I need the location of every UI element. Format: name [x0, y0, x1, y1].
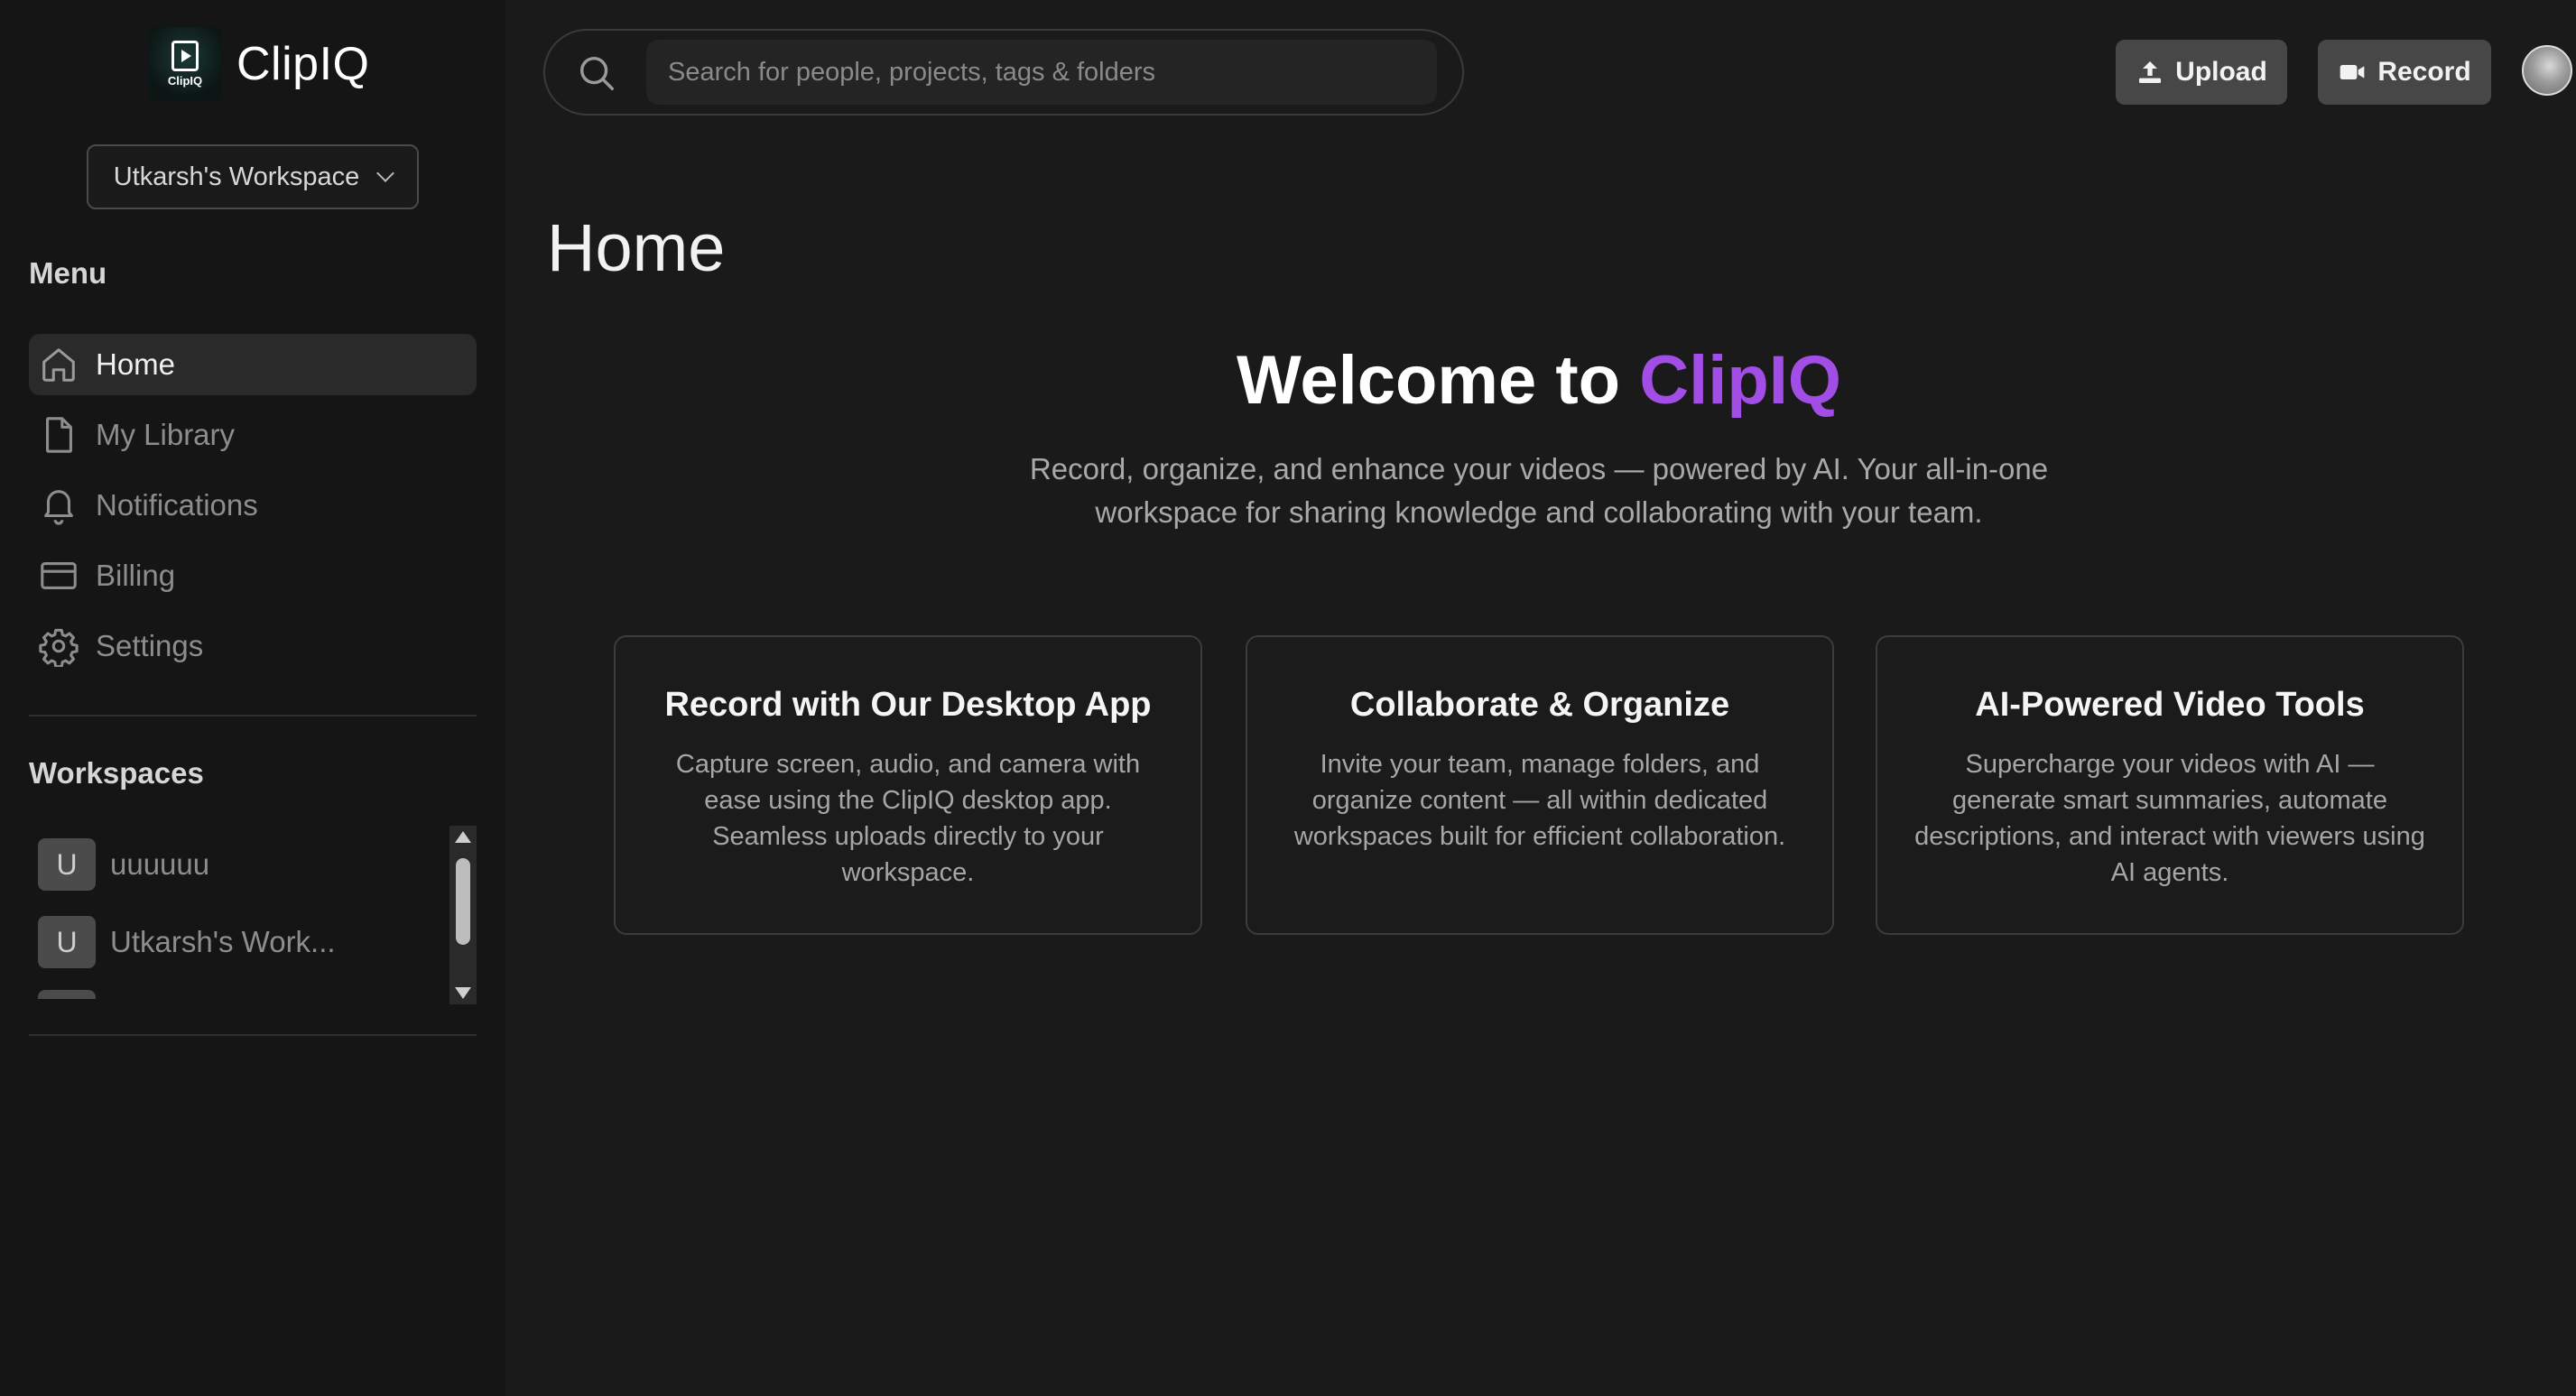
page-title: Home: [547, 210, 726, 285]
sidebar-item-my-library[interactable]: My Library: [29, 404, 477, 466]
video-camera-icon: [2340, 65, 2365, 79]
sidebar-divider: [29, 715, 477, 716]
search-input[interactable]: [646, 40, 1437, 105]
search-icon: [579, 56, 614, 90]
welcome-heading: Welcome to ClipIQ: [632, 341, 2446, 420]
record-button[interactable]: Record: [2318, 40, 2491, 105]
workspace-list: U uuuuuu U Utkarsh's Work...: [29, 826, 477, 1004]
sidebar-divider: [29, 1034, 477, 1036]
feature-card-desktop-app: Record with Our Desktop App Capture scre…: [614, 635, 1202, 935]
sidebar-item-settings[interactable]: Settings: [29, 615, 477, 677]
menu-heading: Menu: [29, 256, 107, 290]
app-logo[interactable]: ClipIQ ClipIQ: [148, 27, 369, 101]
user-avatar[interactable]: [2522, 45, 2572, 96]
sidebar-item-home[interactable]: Home: [29, 334, 477, 395]
feature-card-body: Supercharge your videos with AI — genera…: [1914, 750, 2425, 887]
workspace-item[interactable]: U uuuuuu: [29, 826, 477, 903]
tagline-line: Record, organize, and enhance your video…: [1029, 452, 2049, 485]
chevron-down-icon: [376, 164, 395, 182]
app-root: ClipIQ ClipIQ Utkarsh's Workspace Menu H…: [0, 0, 2576, 1396]
feature-card-title: AI-Powered Video Tools: [1975, 686, 2365, 724]
sidebar-item-billing[interactable]: Billing: [29, 545, 477, 606]
workspace-badge: U: [38, 916, 96, 968]
workspace-name: Utkarsh's Work...: [110, 925, 336, 958]
logo-icon: ClipIQ: [148, 27, 222, 101]
workspace-item-partial[interactable]: [38, 990, 96, 999]
feature-card-title: Record with Our Desktop App: [664, 686, 1152, 724]
workspace-switcher[interactable]: Utkarsh's Workspace: [87, 144, 419, 209]
file-icon: [46, 417, 72, 453]
app-name: ClipIQ: [236, 38, 370, 90]
tagline-line: workspace for sharing knowledge and coll…: [1095, 495, 1983, 529]
sidebar-item-notifications[interactable]: Notifications: [29, 475, 477, 536]
sidebar-item-label: My Library: [96, 418, 236, 451]
logo-mini-text: ClipIQ: [167, 74, 203, 88]
scroll-up-arrow-icon[interactable]: [455, 831, 471, 843]
feature-card-collaborate: Collaborate & Organize Invite your team,…: [1246, 635, 1834, 935]
workspace-item[interactable]: U Utkarsh's Work...: [29, 903, 477, 981]
bell-icon: [44, 490, 73, 525]
scroll-down-arrow-icon[interactable]: [455, 987, 471, 999]
sidebar-item-label: Billing: [96, 559, 176, 592]
feature-card-ai-tools: AI-Powered Video Tools Supercharge your …: [1876, 635, 2464, 935]
home-icon: [42, 348, 75, 382]
credit-card-icon: [41, 562, 77, 589]
workspaces-heading: Workspaces: [29, 756, 204, 790]
welcome-brand: ClipIQ: [1639, 342, 1842, 419]
upload-icon: [2139, 61, 2162, 83]
feature-card-body: Invite your team, manage folders, and or…: [1293, 750, 1786, 851]
workspace-name: uuuuuu: [110, 847, 210, 881]
feature-card-body: Capture screen, audio, and camera with e…: [675, 750, 1141, 887]
record-button-label: Record: [2377, 57, 2471, 87]
sidebar-item-label: Notifications: [96, 488, 258, 522]
feature-card-title: Collaborate & Organize: [1349, 686, 1730, 724]
gear-icon: [39, 628, 79, 667]
workspace-scrollbar[interactable]: [449, 826, 477, 1004]
welcome-prefix: Welcome to: [1236, 342, 1640, 419]
upload-button[interactable]: Upload: [2116, 40, 2287, 105]
upload-button-label: Upload: [2175, 57, 2267, 87]
sidebar-item-label: Settings: [96, 629, 204, 662]
workspace-badge: U: [38, 838, 96, 891]
scrollbar-thumb[interactable]: [456, 858, 470, 945]
workspace-switcher-label: Utkarsh's Workspace: [113, 162, 360, 191]
welcome-tagline: Record, organize, and enhance your video…: [993, 448, 2085, 534]
play-icon: [171, 41, 199, 71]
sidebar: ClipIQ ClipIQ Utkarsh's Workspace Menu H…: [0, 0, 505, 1396]
search-bar[interactable]: [543, 29, 1464, 116]
sidebar-item-label: Home: [96, 347, 176, 381]
